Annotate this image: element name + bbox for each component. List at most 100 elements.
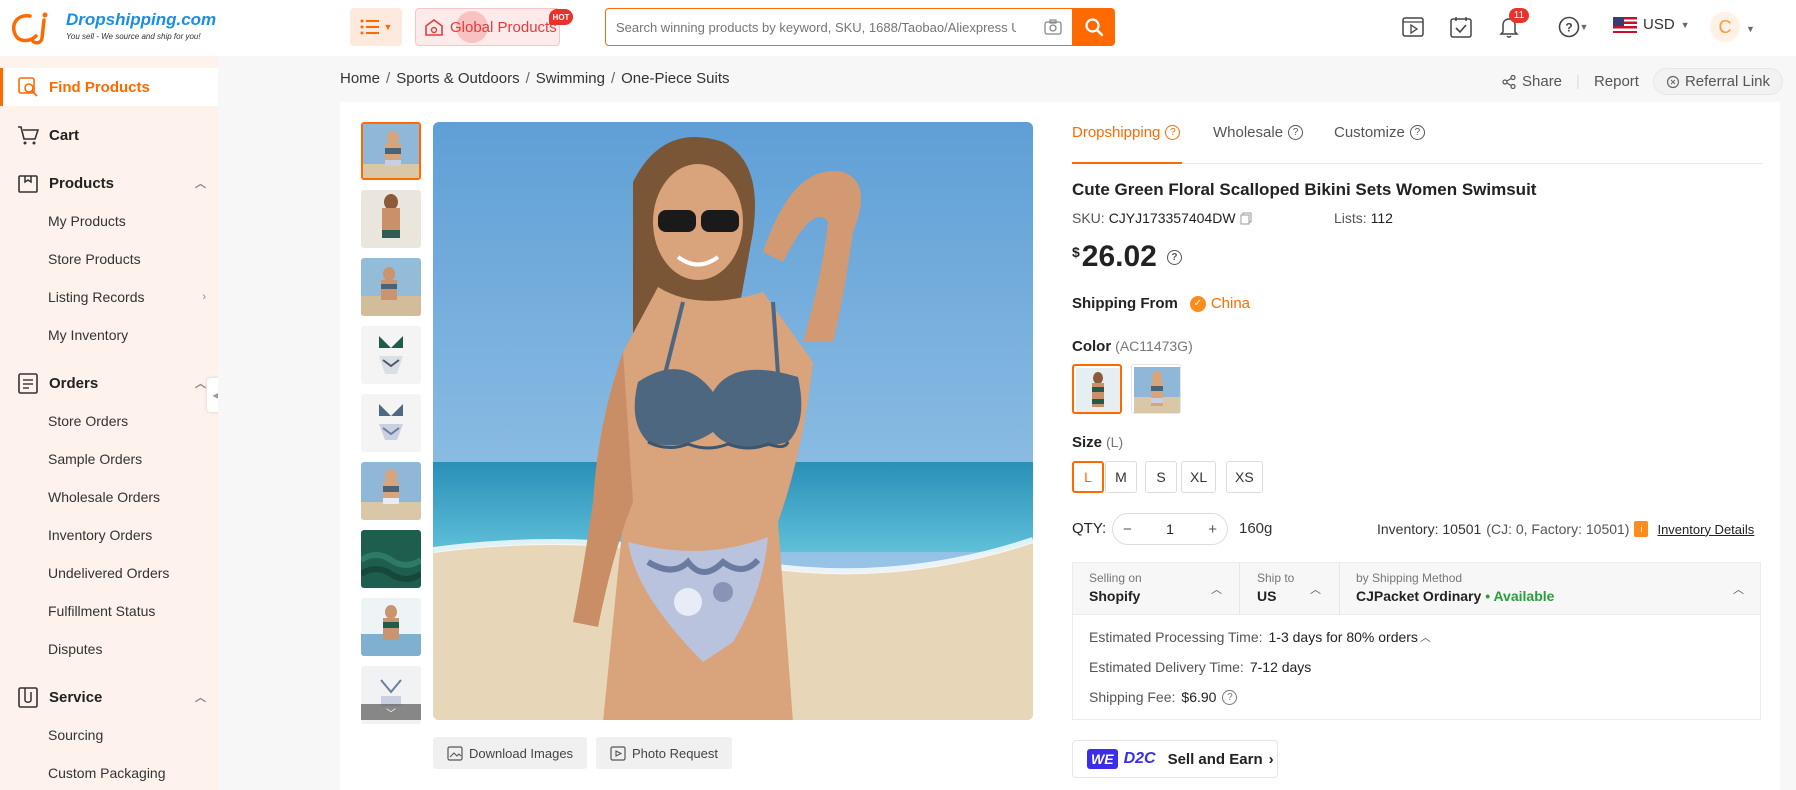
category-menu-button[interactable]: ▼ [350,8,402,46]
shipping-from-option[interactable]: ✓ China [1189,295,1250,312]
product-actions: Share | Report Referral Link [1502,68,1784,95]
copy-icon[interactable] [1240,212,1252,225]
price-value: 26.02 [1081,240,1157,273]
lists-value: 112 [1370,210,1393,226]
help-menu[interactable]: ? ▼ [1553,14,1593,40]
thumbnail-scroll-down-button[interactable]: ﹀ [361,704,421,720]
video-icon[interactable] [1400,14,1426,40]
photo-request-button[interactable]: Photo Request [596,737,733,769]
sidebar-item-service[interactable]: Service ︿ [0,678,218,716]
camera-icon[interactable] [1044,19,1062,35]
search-input[interactable] [616,19,1016,35]
referral-icon [1666,75,1680,88]
chevron-down-icon: ﹀ [386,708,396,720]
image-download-icon [447,745,463,761]
inventory-details-link[interactable]: Inventory Details [1657,522,1754,537]
size-option-xs[interactable]: XS [1226,461,1263,493]
color-swatch-blue[interactable] [1131,364,1181,414]
sidebar-item-label: Cart [49,126,80,144]
shipping-method-selector[interactable]: by Shipping Method CJPacket Ordinary • A… [1356,571,1554,604]
sidebar-item-sourcing[interactable]: Sourcing [0,716,218,754]
global-products-button[interactable]: Global Products [415,8,560,46]
sidebar-item-sample-orders[interactable]: Sample Orders [0,440,218,478]
sidebar-item-label: Store Products [48,251,141,267]
sidebar-item-listing-records[interactable]: Listing Records › [0,278,218,316]
breadcrumb-one-piece-suits[interactable]: One-Piece Suits [621,70,729,87]
find-products-icon [17,76,39,98]
sidebar-item-label: My Inventory [48,327,129,343]
sidebar-item-my-products[interactable]: My Products [0,202,218,240]
sidebar-item-cart[interactable]: Cart [0,116,218,154]
tab-dropshipping[interactable]: Dropshipping ? [1072,124,1181,141]
size-label-text: Size [1072,434,1103,451]
ship-to-selector[interactable]: Ship to US [1257,571,1294,604]
sidebar-item-disputes[interactable]: Disputes [0,630,218,668]
sidebar-item-inventory-orders[interactable]: Inventory Orders [0,516,218,554]
we-logo: WE [1087,749,1118,769]
sidebar-item-my-inventory[interactable]: My Inventory [0,316,218,354]
breadcrumb-sports-outdoors[interactable]: Sports & Outdoors [396,70,519,87]
qty-value[interactable]: 1 [1166,521,1174,537]
breadcrumb-separator: / [386,70,391,87]
download-images-button[interactable]: Download Images [433,737,588,769]
thumbnail-1[interactable] [361,122,421,180]
thumbnail-4[interactable] [361,326,421,384]
size-option-l[interactable]: L [1072,461,1104,493]
share-icon [1502,74,1516,89]
quantity-stepper: − 1 + [1112,513,1228,545]
help-icon[interactable]: ? [1222,689,1238,705]
sidebar-item-label: Orders [49,374,99,392]
color-swatch-green[interactable] [1072,364,1122,414]
sidebar-item-label: Undelivered Orders [48,565,170,581]
breadcrumb-home[interactable]: Home [340,70,380,87]
increase-qty-button[interactable]: + [1208,521,1217,538]
sidebar-item-find-products[interactable]: Find Products [0,68,218,106]
sku-label: SKU: [1072,210,1105,226]
thumbnail-6[interactable] [361,462,421,520]
shipping-selectors: Selling on Shopify ︿ Ship to US ︿ by Shi… [1073,563,1760,615]
avatar[interactable]: C [1710,12,1740,42]
sidebar-item-undelivered-orders[interactable]: Undelivered Orders [0,554,218,592]
selling-on-selector[interactable]: Selling on Shopify [1089,571,1142,604]
tab-wholesale[interactable]: Wholesale ? [1213,124,1304,141]
size-option-s[interactable]: S [1145,461,1177,493]
thumbnail-7[interactable] [361,530,421,588]
photo-request-icon [610,745,626,761]
sidebar-item-label: My Products [48,213,126,229]
sidebar-item-products[interactable]: Products ︿ [0,164,218,202]
color-label: Color (AC11473G) [1072,338,1193,355]
breadcrumb-swimming[interactable]: Swimming [536,70,605,87]
chevron-up-icon[interactable]: ︿ [1733,581,1744,597]
sidebar-item-custom-packaging[interactable]: Custom Packaging [0,754,218,790]
orders-icon [17,372,39,394]
report-button[interactable]: Report [1594,73,1639,90]
sell-and-earn-button[interactable]: WE D2C Sell and Earn › [1072,740,1278,778]
sidebar-item-store-products[interactable]: Store Products [0,240,218,278]
sidebar-item-store-orders[interactable]: Store Orders [0,402,218,440]
thumbnail-3[interactable] [361,258,421,316]
size-option-m[interactable]: M [1105,461,1137,493]
chevron-up-icon[interactable]: ︿ [1420,629,1431,645]
qty-label: QTY: [1072,520,1107,537]
decrease-qty-button[interactable]: − [1123,521,1132,538]
search-button[interactable] [1073,8,1115,46]
size-option-xl[interactable]: XL [1181,461,1217,493]
brand-logo[interactable]: Dropshipping.com You sell - We source an… [8,8,216,48]
tab-customize[interactable]: Customize ? [1334,124,1425,141]
thumbnail-8[interactable] [361,598,421,656]
currency-selector[interactable]: USD ▼ [1613,16,1690,33]
task-calendar-icon[interactable] [1448,14,1474,40]
price-help-icon[interactable]: ? [1166,250,1182,265]
list-icon [360,19,379,35]
chevron-up-icon: ︿ [195,378,206,390]
share-button[interactable]: Share [1502,73,1562,90]
ship-to-value: US [1257,588,1277,604]
main-product-image[interactable] [433,122,1033,720]
chevron-up-icon: ︿ [195,692,206,704]
sidebar-item-wholesale-orders[interactable]: Wholesale Orders [0,478,218,516]
sidebar-item-fulfillment-status[interactable]: Fulfillment Status [0,592,218,630]
referral-link-button[interactable]: Referral Link [1652,68,1784,95]
sidebar-item-orders[interactable]: Orders ︿ [0,364,218,402]
thumbnail-5[interactable] [361,394,421,452]
thumbnail-2[interactable] [361,190,421,248]
